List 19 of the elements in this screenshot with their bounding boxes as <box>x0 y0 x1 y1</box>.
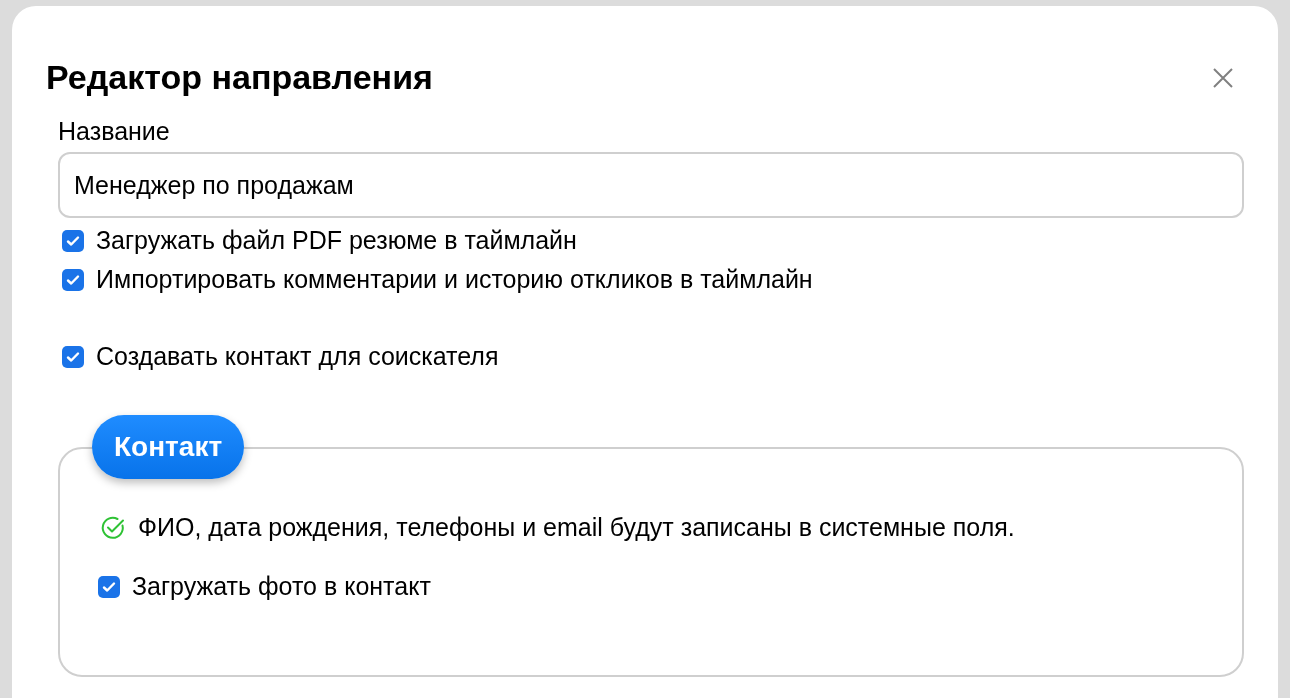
checkbox-option[interactable]: Загружать фото в контакт <box>98 572 1208 601</box>
checkbox[interactable] <box>62 345 84 368</box>
name-field[interactable]: Менеджер по продажам <box>58 152 1244 218</box>
checkbox-label: Загружать фото в контакт <box>132 572 431 601</box>
section-title: Контакт <box>92 415 245 479</box>
checkbox-option[interactable]: Загружать файл PDF резюме в таймлайн <box>62 226 1244 255</box>
checkbox-option[interactable]: Создавать контакт для соискателя <box>62 342 1244 371</box>
checkbox-label: Создавать контакт для соискателя <box>96 342 499 371</box>
checkbox[interactable] <box>62 229 84 252</box>
checkbox[interactable] <box>98 575 120 598</box>
dialog-title: Редактор направления <box>46 58 433 97</box>
checkbox[interactable] <box>62 268 84 291</box>
checkbox-label: Импортировать комментарии и историю откликов в таймлайн <box>96 265 813 294</box>
checkbox-option[interactable]: Импортировать комментарии и историю откликов в таймлайн <box>62 265 1244 294</box>
field-label: Название <box>58 117 171 146</box>
info-text: ФИО, дата рождения, телефоны и email будут записаны в системные поля. <box>138 513 1015 542</box>
close-icon <box>1212 66 1234 89</box>
check-circle-icon <box>100 514 126 541</box>
checkbox-label: Загружать файл PDF резюме в таймлайн <box>96 226 577 255</box>
